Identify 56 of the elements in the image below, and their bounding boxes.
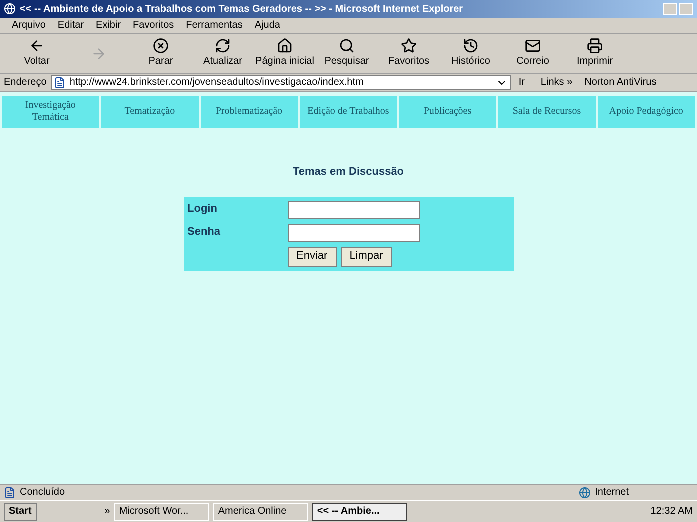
input-field[interactable]	[288, 200, 420, 218]
toolbar-button[interactable]: Favoritos	[380, 34, 438, 72]
address-label: Endereço	[4, 76, 47, 90]
nav-tab[interactable]: Sala de Recursos	[498, 96, 596, 128]
toolbar-button[interactable]: Página inicial	[256, 34, 314, 72]
mail-icon	[525, 38, 541, 54]
nav-tab[interactable]: Edição de Trabalhos	[300, 96, 398, 128]
links-button[interactable]: Links »	[540, 75, 573, 90]
taskbar-button[interactable]: Microsoft Wor...	[114, 502, 210, 520]
page-icon	[54, 76, 66, 88]
taskbar-button[interactable]: << -- Ambie...	[312, 502, 408, 520]
globe-icon	[579, 486, 592, 498]
toolbar-button[interactable]: Histórico	[442, 34, 500, 72]
browser-icon	[4, 3, 16, 15]
printer-icon	[587, 38, 603, 54]
form-button[interactable]: Enviar	[288, 246, 337, 266]
field-label: Senha	[188, 225, 222, 240]
page-icon	[4, 486, 16, 498]
menu-item[interactable]: Ajuda	[254, 18, 280, 33]
toolbar-button[interactable]: Imprimir	[566, 34, 624, 72]
menu-item[interactable]: Editar	[58, 18, 84, 33]
stop-icon	[153, 38, 169, 54]
taskbar-button[interactable]: America Online	[213, 502, 308, 520]
menu-item[interactable]: Favoritos	[133, 18, 174, 33]
star-icon	[401, 38, 417, 54]
toolbar-button[interactable]: Parar	[132, 34, 190, 72]
nav-tab[interactable]: Investigação Temática	[2, 96, 100, 128]
refresh-icon	[215, 38, 231, 54]
toolbar-button[interactable]: Pesquisar	[318, 34, 376, 72]
field-label: Login	[188, 202, 218, 218]
nav-tab[interactable]: Tematização	[101, 96, 199, 128]
go-button[interactable]: Ir	[514, 75, 529, 90]
address-field[interactable]: http://www24.brinkster.com/jovenseadultos/investigacao/index.htm	[50, 75, 511, 90]
quick-launch-more[interactable]: »	[104, 504, 110, 519]
menu-item[interactable]: Exibir	[96, 18, 122, 33]
window-title: << -- Ambiente de Apoio a Trabalhos com Temas Geradores -- >> - Microsoft Internet Explorer	[20, 2, 464, 16]
search-icon	[339, 38, 355, 54]
menu-item[interactable]: Arquivo	[12, 18, 46, 33]
forward-arrow-icon	[91, 46, 107, 62]
toolbar-button[interactable]: Atualizar	[194, 34, 252, 72]
toolbar-button[interactable]: Correio	[504, 34, 562, 72]
input-field[interactable]	[288, 224, 420, 242]
home-icon	[277, 38, 293, 54]
menu-item[interactable]: Ferramentas	[186, 18, 243, 33]
nav-tab[interactable]: Problematização	[200, 96, 298, 128]
status-text: Concluído	[20, 486, 66, 500]
norton-button[interactable]: Norton AntiVirus	[584, 75, 657, 90]
toolbar-button[interactable]: Voltar	[8, 34, 66, 72]
history-icon	[463, 38, 479, 54]
form-button[interactable]: Limpar	[340, 246, 392, 266]
clock: 12:32 AM	[650, 505, 693, 519]
zone-text: Internet	[595, 486, 629, 500]
page-heading: Temas em Discussão	[292, 165, 404, 180]
nav-tab[interactable]: Publicações	[399, 96, 496, 128]
start-button[interactable]: Start	[4, 502, 37, 520]
nav-tab[interactable]: Apoio Pedagógico	[598, 96, 695, 128]
